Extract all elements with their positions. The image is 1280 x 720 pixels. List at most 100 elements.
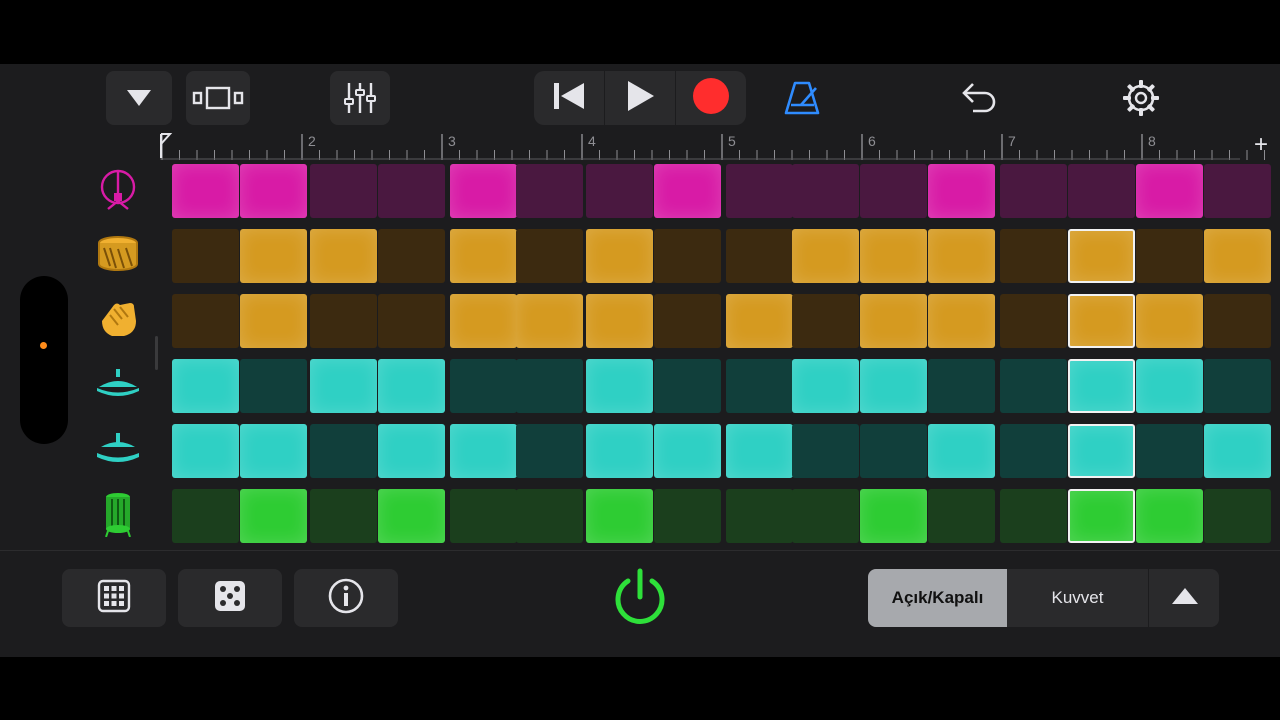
step-pad[interactable] [860, 164, 927, 218]
step-pad[interactable] [516, 294, 583, 348]
step-pad[interactable] [726, 164, 793, 218]
step-pad[interactable] [860, 229, 927, 283]
step-pad[interactable] [450, 294, 517, 348]
step-pad[interactable] [928, 489, 995, 543]
undo-button[interactable] [948, 71, 1008, 125]
step-pad[interactable] [310, 489, 377, 543]
step-pad[interactable] [1068, 294, 1135, 348]
step-pad[interactable] [172, 229, 239, 283]
step-pad[interactable] [586, 489, 653, 543]
step-pad[interactable] [172, 294, 239, 348]
step-pad[interactable] [586, 359, 653, 413]
step-pad[interactable] [450, 359, 517, 413]
step-pad[interactable] [654, 424, 721, 478]
segment-on-off[interactable]: Açık/Kapalı [868, 569, 1007, 627]
settings-button[interactable] [1110, 71, 1172, 125]
step-pad[interactable] [586, 294, 653, 348]
step-pad[interactable] [1068, 424, 1135, 478]
dropdown-button[interactable] [106, 71, 172, 125]
step-pad[interactable] [654, 164, 721, 218]
step-pad[interactable] [1000, 359, 1067, 413]
step-pad[interactable] [240, 359, 307, 413]
row-icon-crash[interactable] [92, 164, 144, 218]
step-pad[interactable] [1068, 359, 1135, 413]
power-button[interactable] [604, 563, 676, 635]
step-pad[interactable] [516, 229, 583, 283]
step-pad[interactable] [1068, 164, 1135, 218]
step-pad[interactable] [378, 294, 445, 348]
step-pad[interactable] [726, 359, 793, 413]
step-pad[interactable] [1204, 359, 1271, 413]
row-icon-hihat-closed[interactable] [92, 359, 144, 413]
step-pad[interactable] [792, 359, 859, 413]
row-icon-hihat-open[interactable] [92, 424, 144, 478]
step-pad[interactable] [240, 424, 307, 478]
step-pad[interactable] [1136, 489, 1203, 543]
step-pad[interactable] [1000, 424, 1067, 478]
row-icon-kick[interactable] [92, 489, 144, 543]
step-pad[interactable] [1204, 294, 1271, 348]
step-pad[interactable] [172, 359, 239, 413]
step-pad[interactable] [240, 294, 307, 348]
step-pad[interactable] [240, 229, 307, 283]
step-pad[interactable] [586, 424, 653, 478]
step-pad[interactable] [860, 489, 927, 543]
step-pad[interactable] [310, 229, 377, 283]
step-pad[interactable] [928, 164, 995, 218]
expand-button[interactable] [1148, 569, 1219, 627]
step-pad[interactable] [1136, 359, 1203, 413]
step-pad[interactable] [792, 164, 859, 218]
step-pad[interactable] [726, 489, 793, 543]
step-pad[interactable] [378, 424, 445, 478]
step-pad[interactable] [240, 489, 307, 543]
step-pad[interactable] [450, 164, 517, 218]
step-pad[interactable] [860, 294, 927, 348]
step-pad[interactable] [654, 229, 721, 283]
step-pad[interactable] [726, 424, 793, 478]
step-pad[interactable] [1204, 424, 1271, 478]
step-pad[interactable] [378, 229, 445, 283]
step-pad[interactable] [792, 424, 859, 478]
mixer-button[interactable] [330, 71, 390, 125]
step-pad[interactable] [928, 229, 995, 283]
step-pad[interactable] [928, 294, 995, 348]
info-button[interactable] [294, 569, 398, 627]
step-pad[interactable] [450, 424, 517, 478]
step-pad[interactable] [310, 359, 377, 413]
step-pad[interactable] [1204, 229, 1271, 283]
step-pad[interactable] [172, 424, 239, 478]
step-pad[interactable] [516, 489, 583, 543]
row-icon-snare[interactable] [92, 229, 144, 283]
step-pad[interactable] [1000, 229, 1067, 283]
step-pad[interactable] [1136, 164, 1203, 218]
add-section-button[interactable]: + [1254, 132, 1268, 158]
step-pad[interactable] [654, 359, 721, 413]
step-pad[interactable] [378, 359, 445, 413]
step-pad[interactable] [1204, 489, 1271, 543]
step-pad[interactable] [586, 164, 653, 218]
pattern-rail[interactable] [20, 276, 68, 444]
step-pad[interactable] [516, 359, 583, 413]
play-button[interactable] [605, 71, 676, 125]
step-pad[interactable] [516, 424, 583, 478]
step-pad[interactable] [240, 164, 307, 218]
step-pad[interactable] [172, 164, 239, 218]
view-toggle-button[interactable] [186, 71, 250, 125]
step-pad[interactable] [792, 229, 859, 283]
step-pad[interactable] [726, 229, 793, 283]
step-pad[interactable] [928, 424, 995, 478]
step-pad[interactable] [726, 294, 793, 348]
dice-button[interactable] [178, 569, 282, 627]
step-pad[interactable] [1068, 229, 1135, 283]
step-pad[interactable] [450, 229, 517, 283]
rewind-button[interactable] [534, 71, 605, 125]
metronome-button[interactable] [772, 71, 832, 125]
step-pad[interactable] [450, 489, 517, 543]
step-pad[interactable] [172, 489, 239, 543]
step-pad[interactable] [1068, 489, 1135, 543]
step-pad[interactable] [310, 424, 377, 478]
record-button[interactable] [676, 71, 746, 125]
step-pad[interactable] [1204, 164, 1271, 218]
step-pad[interactable] [378, 489, 445, 543]
step-pad[interactable] [654, 294, 721, 348]
